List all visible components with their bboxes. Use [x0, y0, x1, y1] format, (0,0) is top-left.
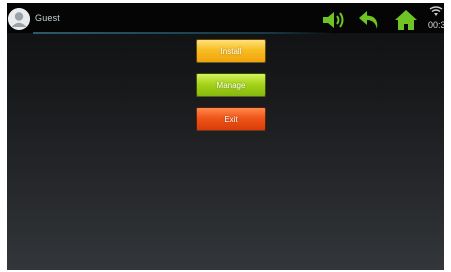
status-bar-divider	[33, 32, 333, 34]
install-button[interactable]: Install	[196, 39, 266, 63]
home-icon[interactable]	[394, 8, 418, 32]
volume-icon[interactable]	[320, 8, 348, 32]
user-avatar-icon[interactable]	[8, 8, 30, 30]
back-arrow-icon[interactable]	[357, 8, 381, 32]
username-label: Guest	[35, 13, 61, 23]
exit-button[interactable]: Exit	[196, 107, 266, 131]
status-bar: Guest 00:31	[7, 3, 444, 33]
manage-button[interactable]: Manage	[196, 73, 266, 97]
clock-label: 00:31	[428, 20, 444, 30]
app-screen: Guest 00:31 Ins	[7, 3, 444, 270]
wifi-signal-icon	[429, 6, 443, 16]
